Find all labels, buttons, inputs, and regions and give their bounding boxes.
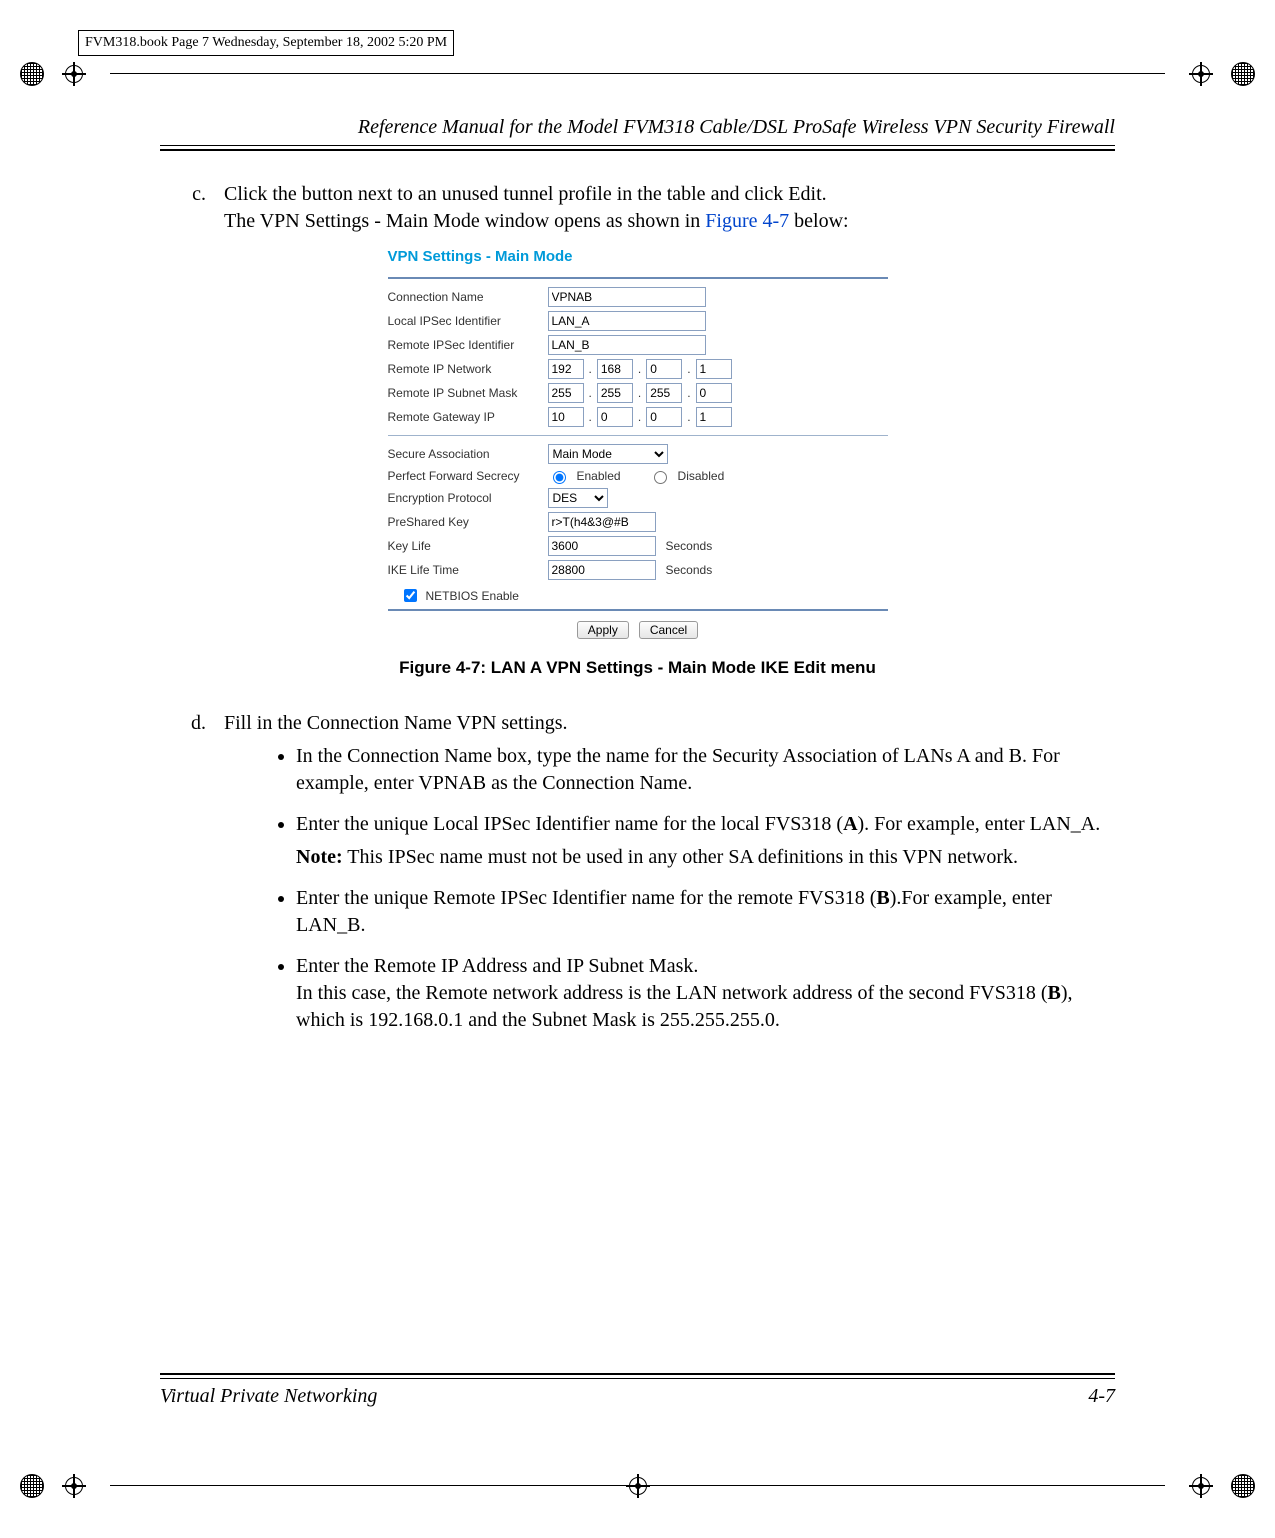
encryption-protocol-select[interactable]: DES [548, 488, 608, 508]
figure-title: VPN Settings - Main Mode [388, 247, 888, 267]
crosshair-icon [62, 62, 86, 86]
crosshair-icon [626, 1474, 650, 1498]
step-c-line1: Click the button next to an unused tunne… [224, 183, 827, 205]
remote-ip-subnet-oct4[interactable] [696, 383, 732, 403]
label-local-ipsec: Local IPSec Identifier [388, 313, 548, 329]
page-footer: Virtual Private Networking 4-7 [160, 1373, 1115, 1408]
netbios-enable-checkbox[interactable] [404, 589, 417, 602]
secure-association-select[interactable]: Main Mode [548, 444, 668, 464]
pfs-disabled-label: Disabled [678, 468, 725, 484]
label-remote-ip-subnet: Remote IP Subnet Mask [388, 385, 548, 401]
apply-button[interactable]: Apply [577, 621, 629, 639]
figure-vpn-settings: VPN Settings - Main Mode Connection Name… [388, 247, 888, 639]
page-number: 4-7 [1088, 1385, 1115, 1408]
bullet-2: Enter the unique Local IPSec Identifier … [296, 811, 1115, 871]
step-d-bullets: In the Connection Name box, type the nam… [256, 743, 1115, 1034]
netbios-enable-label: NETBIOS Enable [426, 588, 519, 604]
label-remote-ip-network: Remote IP Network [388, 361, 548, 377]
pfs-enabled-label: Enabled [577, 468, 621, 484]
step-c-line2b: below: [789, 210, 848, 232]
crosshair-icon [62, 1474, 86, 1498]
running-head: Reference Manual for the Model FVM318 Ca… [160, 116, 1115, 139]
remote-ip-network-oct2[interactable] [597, 359, 633, 379]
preshared-key-input[interactable] [548, 512, 656, 532]
content-area: Reference Manual for the Model FVM318 Ca… [160, 116, 1115, 1034]
remote-ip-network-oct1[interactable] [548, 359, 584, 379]
label-key-life: Key Life [388, 538, 548, 554]
remote-ip-subnet-oct2[interactable] [597, 383, 633, 403]
ike-life-input[interactable] [548, 560, 656, 580]
step-d: d. Fill in the Connection Name VPN setti… [160, 710, 1115, 737]
top-crop-marks [50, 62, 1225, 86]
print-meta: FVM318.book Page 7 Wednesday, September … [78, 30, 454, 56]
label-connection-name: Connection Name [388, 289, 548, 305]
figure-caption: Figure 4-7: LAN A VPN Settings - Main Mo… [160, 657, 1115, 680]
step-label: c. [160, 181, 224, 235]
bullet-3: Enter the unique Remote IPSec Identifier… [296, 885, 1115, 939]
remote-ip-subnet-oct1[interactable] [548, 383, 584, 403]
remote-ip-network-oct4[interactable] [696, 359, 732, 379]
cancel-button[interactable]: Cancel [639, 621, 698, 639]
figure-xref-link[interactable]: Figure 4-7 [705, 210, 789, 232]
remote-ip-subnet-oct3[interactable] [646, 383, 682, 403]
remote-ip-network-oct3[interactable] [646, 359, 682, 379]
label-preshared-key: PreShared Key [388, 514, 548, 530]
bullet-1: In the Connection Name box, type the nam… [296, 743, 1115, 797]
remote-gateway-oct2[interactable] [597, 407, 633, 427]
remote-gateway-oct4[interactable] [696, 407, 732, 427]
key-life-input[interactable] [548, 536, 656, 556]
connection-name-input[interactable] [548, 287, 706, 307]
label-pfs: Perfect Forward Secrecy [388, 468, 548, 484]
label-secure-association: Secure Association [388, 446, 548, 462]
note-text: This IPSec name must not be used in any … [343, 846, 1018, 868]
page: FVM318.book Page 7 Wednesday, September … [0, 0, 1275, 1538]
footer-section: Virtual Private Networking [160, 1385, 377, 1408]
local-ipsec-input[interactable] [548, 311, 706, 331]
registration-icon [20, 1474, 44, 1498]
registration-icon [1231, 1474, 1255, 1498]
label-remote-ipsec: Remote IPSec Identifier [388, 337, 548, 353]
pfs-enabled-radio[interactable] [553, 471, 566, 484]
label-ike-life: IKE Life Time [388, 562, 548, 578]
step-c-line2a: The VPN Settings - Main Mode window open… [224, 210, 705, 232]
crosshair-icon [1189, 62, 1213, 86]
label-encryption-protocol: Encryption Protocol [388, 490, 548, 506]
step-d-text: Fill in the Connection Name VPN settings… [224, 710, 1115, 737]
bottom-crop-marks [50, 1474, 1225, 1498]
label-remote-gateway: Remote Gateway IP [388, 409, 548, 425]
note-label: Note: [296, 846, 343, 868]
bullet-4: Enter the Remote IP Address and IP Subne… [296, 953, 1115, 1034]
crosshair-icon [1189, 1474, 1213, 1498]
ike-life-unit: Seconds [666, 562, 713, 578]
step-c: c. Click the button next to an unused tu… [160, 181, 1115, 235]
key-life-unit: Seconds [666, 538, 713, 554]
step-label: d. [160, 710, 224, 737]
remote-ipsec-input[interactable] [548, 335, 706, 355]
remote-gateway-oct1[interactable] [548, 407, 584, 427]
registration-icon [20, 62, 44, 86]
registration-icon [1231, 62, 1255, 86]
remote-gateway-oct3[interactable] [646, 407, 682, 427]
pfs-disabled-radio[interactable] [654, 471, 667, 484]
